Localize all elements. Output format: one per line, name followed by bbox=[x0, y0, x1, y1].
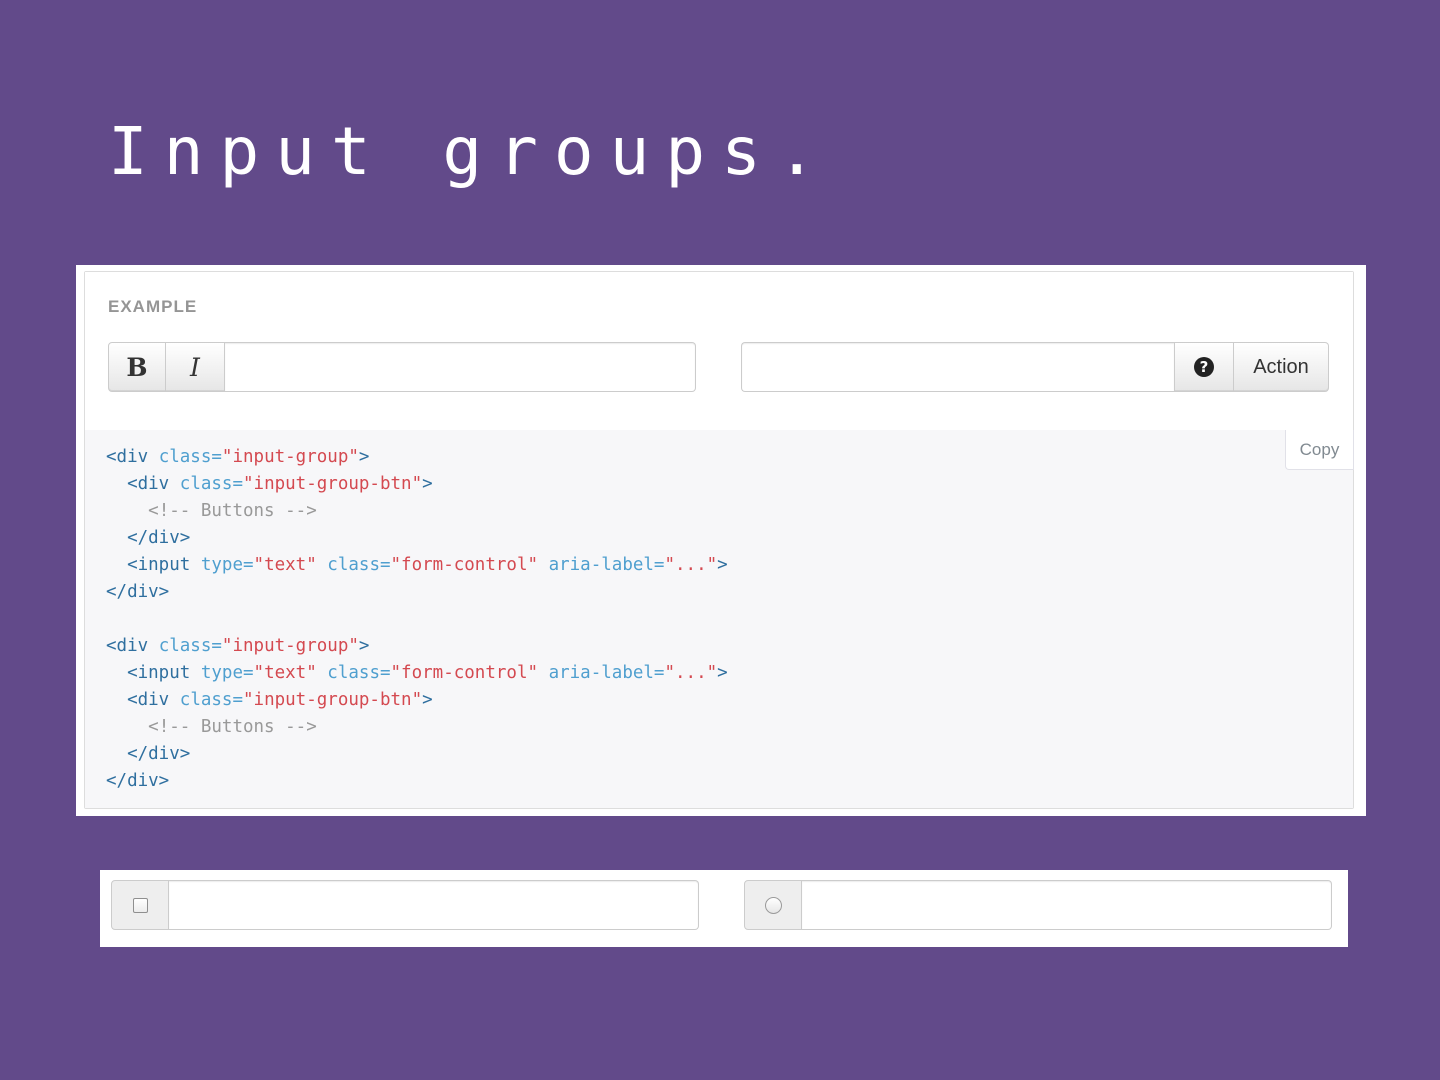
code-comment-token: <!-- Buttons --> bbox=[148, 501, 317, 521]
code-string-token: "form-control" bbox=[390, 663, 539, 683]
code-punct-token bbox=[169, 690, 180, 710]
radio-addon bbox=[744, 880, 802, 930]
code-string-token: "..." bbox=[664, 663, 718, 683]
code-attr-token: class= bbox=[158, 447, 222, 467]
code-line: <div class="input-group-btn"> bbox=[106, 687, 728, 714]
action-text-input[interactable] bbox=[741, 342, 1174, 392]
example-label: EXAMPLE bbox=[108, 297, 198, 316]
code-attr-token: class= bbox=[179, 690, 243, 710]
code-punct-token bbox=[317, 663, 328, 683]
code-line: </div> bbox=[106, 768, 728, 795]
code-line: <div class="input-group-btn"> bbox=[106, 471, 728, 498]
code-attr-token: class= bbox=[158, 636, 222, 656]
code-punct-token bbox=[106, 744, 127, 764]
code-punct-token bbox=[538, 555, 549, 575]
code-tag-token: </div> bbox=[127, 528, 191, 548]
code-punct-token bbox=[106, 555, 127, 575]
code-string-token: "input-group" bbox=[221, 636, 359, 656]
code-tag-token: > bbox=[422, 690, 433, 710]
bold-button[interactable]: B bbox=[108, 342, 166, 392]
input-group-radio bbox=[744, 880, 1332, 930]
code-attr-token: class= bbox=[327, 663, 391, 683]
code-string-token: "text" bbox=[253, 663, 317, 683]
code-tag-token: </div> bbox=[127, 744, 191, 764]
code-punct-token bbox=[106, 717, 148, 737]
code-tag-token: <input bbox=[127, 663, 191, 683]
code-attr-token: aria-label= bbox=[548, 555, 665, 575]
code-string-token: "input-group" bbox=[221, 447, 359, 467]
code-tag-token: </div> bbox=[106, 582, 170, 602]
code-punct-token bbox=[106, 474, 127, 494]
code-line: <input type="text" class="form-control" … bbox=[106, 660, 728, 687]
input-group-action: ? Action bbox=[741, 342, 1329, 392]
code-snippet: <div class="input-group"> <div class="in… bbox=[106, 444, 728, 795]
code-punct-token bbox=[106, 528, 127, 548]
input-group-checkbox bbox=[111, 880, 699, 930]
code-line: <div class="input-group"> bbox=[106, 633, 728, 660]
italic-button[interactable]: I bbox=[166, 342, 225, 392]
code-string-token: "input-group-btn" bbox=[243, 474, 423, 494]
code-tag-token: </div> bbox=[106, 771, 170, 791]
code-tag-token: > bbox=[358, 636, 370, 656]
formatting-text-input[interactable] bbox=[225, 342, 696, 392]
code-punct-token bbox=[106, 501, 148, 521]
example-box: EXAMPLE B I ? Action Copy <div class="in… bbox=[84, 271, 1354, 809]
code-tag-token: <div bbox=[106, 636, 149, 656]
checkbox-text-input[interactable] bbox=[169, 880, 699, 930]
code-punct-token bbox=[190, 555, 201, 575]
code-attr-token: class= bbox=[179, 474, 243, 494]
code-line: <input type="text" class="form-control" … bbox=[106, 552, 728, 579]
code-punct-token bbox=[190, 663, 201, 683]
code-punct-token bbox=[148, 447, 159, 467]
code-attr-token: type= bbox=[200, 555, 254, 575]
code-tag-token: > bbox=[717, 555, 728, 575]
code-line: </div> bbox=[106, 741, 728, 768]
code-comment-token: <!-- Buttons --> bbox=[148, 717, 317, 737]
code-tag-token: <input bbox=[127, 555, 191, 575]
code-attr-token: class= bbox=[327, 555, 391, 575]
code-punct-token bbox=[106, 663, 127, 683]
code-tag-token: <div bbox=[127, 690, 170, 710]
example-preview: EXAMPLE B I ? Action bbox=[85, 272, 1353, 431]
code-line: </div> bbox=[106, 579, 728, 606]
code-punct-token bbox=[106, 690, 127, 710]
code-tag-token: <div bbox=[106, 447, 149, 467]
copy-button[interactable]: Copy bbox=[1285, 430, 1354, 470]
code-punct-token bbox=[317, 555, 328, 575]
slide-title: Input groups. bbox=[108, 113, 833, 190]
code-punct-token bbox=[148, 636, 159, 656]
code-string-token: "form-control" bbox=[390, 555, 539, 575]
code-string-token: "..." bbox=[664, 555, 718, 575]
input-group-formatting: B I bbox=[108, 342, 696, 392]
code-tag-token: > bbox=[717, 663, 728, 683]
help-button[interactable]: ? bbox=[1174, 342, 1234, 392]
checkbox-addon bbox=[111, 880, 169, 930]
code-line: </div> bbox=[106, 525, 728, 552]
code-attr-token: type= bbox=[200, 663, 254, 683]
code-tag-token: > bbox=[422, 474, 433, 494]
code-punct-token bbox=[538, 663, 549, 683]
action-button[interactable]: Action bbox=[1234, 342, 1329, 392]
code-string-token: "text" bbox=[253, 555, 317, 575]
code-line: <!-- Buttons --> bbox=[106, 714, 728, 741]
checkbox-icon[interactable] bbox=[132, 897, 148, 913]
code-line: <div class="input-group"> bbox=[106, 444, 728, 471]
code-tag-token: > bbox=[358, 447, 370, 467]
example-panel: EXAMPLE B I ? Action Copy <div class="in… bbox=[76, 265, 1366, 816]
code-tag-token: <div bbox=[127, 474, 170, 494]
code-string-token: "input-group-btn" bbox=[243, 690, 423, 710]
code-punct-token bbox=[169, 474, 180, 494]
code-attr-token: aria-label= bbox=[548, 663, 665, 683]
radio-icon[interactable] bbox=[764, 896, 782, 914]
code-line: <!-- Buttons --> bbox=[106, 498, 728, 525]
code-block: Copy <div class="input-group"> <div clas… bbox=[85, 430, 1354, 808]
addon-panel bbox=[100, 870, 1348, 947]
radio-text-input[interactable] bbox=[802, 880, 1332, 930]
question-circle-icon: ? bbox=[1194, 357, 1214, 377]
